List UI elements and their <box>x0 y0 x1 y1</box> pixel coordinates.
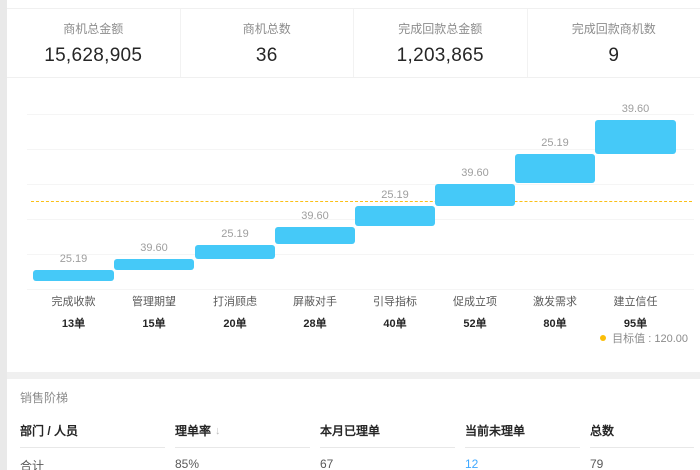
category-name: 打消顾虑 <box>192 293 278 309</box>
table-cell: 合计 <box>20 448 165 470</box>
stat-card: 完成回款商机数 9 <box>528 9 700 77</box>
category-count: 52单 <box>432 315 518 331</box>
column-header: 当前未理单 <box>465 416 580 448</box>
category-axis-label: 引导指标 40单 <box>352 293 438 331</box>
gridline <box>27 289 694 290</box>
bar-value-label: 25.19 <box>195 228 275 240</box>
stat-label: 商机总金额 <box>63 20 123 37</box>
category-axis-label: 屏蔽对手 28单 <box>272 293 358 331</box>
column-header: 本月已理单 <box>320 416 455 448</box>
page-background-strip <box>0 0 7 470</box>
target-value-line <box>31 201 692 202</box>
sales-ladder-table-card: 销售阶梯 部门 / 人员 理单率 ↓ 本月已理单 当前未理单 总数合计 85% 67 12 79 <box>7 379 700 470</box>
chart-bar[interactable] <box>33 270 114 281</box>
unhandled-count-link[interactable]: 12 <box>465 448 580 470</box>
gridline <box>27 254 694 255</box>
bar-value-label: 39.60 <box>114 242 194 254</box>
category-count: 80单 <box>512 315 598 331</box>
bar-value-label: 39.60 <box>595 103 676 115</box>
stat-card: 完成回款总金额 1,203,865 <box>354 9 528 77</box>
category-count: 40单 <box>352 315 438 331</box>
section-divider <box>7 372 700 379</box>
chart-bar[interactable] <box>355 206 435 226</box>
category-name: 管理期望 <box>111 293 197 309</box>
sort-descending-icon[interactable]: ↓ <box>215 425 221 437</box>
category-axis-label: 打消顾虑 20单 <box>192 293 278 331</box>
column-header[interactable]: 理单率 ↓ <box>175 416 310 448</box>
stat-value: 36 <box>256 45 278 67</box>
category-name: 完成收款 <box>31 293 117 309</box>
bar-value-label: 25.19 <box>33 253 114 265</box>
chart-bar[interactable] <box>114 259 194 270</box>
bar-value-label: 39.60 <box>275 210 355 222</box>
stat-label: 完成回款商机数 <box>572 20 656 37</box>
column-header-label: 部门 / 人员 <box>20 422 78 439</box>
chart-bar[interactable] <box>595 120 676 154</box>
category-name: 引导指标 <box>352 293 438 309</box>
chart-bar[interactable] <box>195 245 275 259</box>
table-title: 销售阶梯 <box>20 389 694 406</box>
category-name: 激发需求 <box>512 293 598 309</box>
target-legend-label: 目标值 : 120.00 <box>612 330 688 346</box>
dashboard-content: 商机总金额15,628,905商机总数36完成回款总金额1,203,865完成回… <box>7 0 700 470</box>
category-count: 95单 <box>593 315 679 331</box>
bar-value-label: 39.60 <box>435 167 515 179</box>
column-header: 总数 <box>590 416 694 448</box>
table-cell: 85% <box>175 448 310 470</box>
category-name: 建立信任 <box>593 293 679 309</box>
category-count: 13单 <box>31 315 117 331</box>
category-axis-label: 促成立项 52单 <box>432 293 518 331</box>
stat-label: 完成回款总金额 <box>398 20 482 37</box>
stat-value: 1,203,865 <box>397 45 484 67</box>
target-legend-dot-icon <box>600 335 606 341</box>
stat-value: 15,628,905 <box>44 45 142 67</box>
target-legend: 目标值 : 120.00 <box>600 330 688 346</box>
column-header-label: 理单率 <box>175 422 211 439</box>
table-cell: 79 <box>590 448 694 470</box>
category-axis-label: 管理期望 15单 <box>111 293 197 331</box>
stat-card: 商机总数 36 <box>181 9 355 77</box>
column-header: 部门 / 人员 <box>20 416 165 448</box>
category-count: 15单 <box>111 315 197 331</box>
category-axis-label: 完成收款 13单 <box>31 293 117 331</box>
gridline <box>27 114 694 115</box>
chart-bar[interactable] <box>275 227 355 244</box>
table-cell: 67 <box>320 448 455 470</box>
category-name: 屏蔽对手 <box>272 293 358 309</box>
category-name: 促成立项 <box>432 293 518 309</box>
gridline <box>27 149 694 150</box>
category-count: 28单 <box>272 315 358 331</box>
category-count: 20单 <box>192 315 278 331</box>
dashboard-page: 商机总金额15,628,905商机总数36完成回款总金额1,203,865完成回… <box>0 0 700 470</box>
gridline <box>27 184 694 185</box>
bar-value-label: 25.19 <box>355 189 435 201</box>
column-header-label: 当前未理单 <box>465 422 525 439</box>
stat-card: 商机总金额 15,628,905 <box>7 9 181 77</box>
stat-value: 9 <box>608 45 619 67</box>
chart-bar[interactable] <box>435 184 515 206</box>
sales-ladder-chart: 25.19 完成收款 13单 39.60 管理期望 15单 25.19 打消顾虑 20单 39.6… <box>7 79 700 372</box>
stats-bar: 商机总金额15,628,905商机总数36完成回款总金额1,203,865完成回… <box>7 8 700 78</box>
chart-bar[interactable] <box>515 154 595 183</box>
bar-value-label: 25.19 <box>515 137 595 149</box>
stat-label: 商机总数 <box>243 20 291 37</box>
column-header-label: 总数 <box>590 422 614 439</box>
category-axis-label: 建立信任 95单 <box>593 293 679 331</box>
category-axis-label: 激发需求 80单 <box>512 293 598 331</box>
column-header-label: 本月已理单 <box>320 422 380 439</box>
sales-ladder-table: 部门 / 人员 理单率 ↓ 本月已理单 当前未理单 总数合计 85% 67 12 79 <box>20 416 694 470</box>
